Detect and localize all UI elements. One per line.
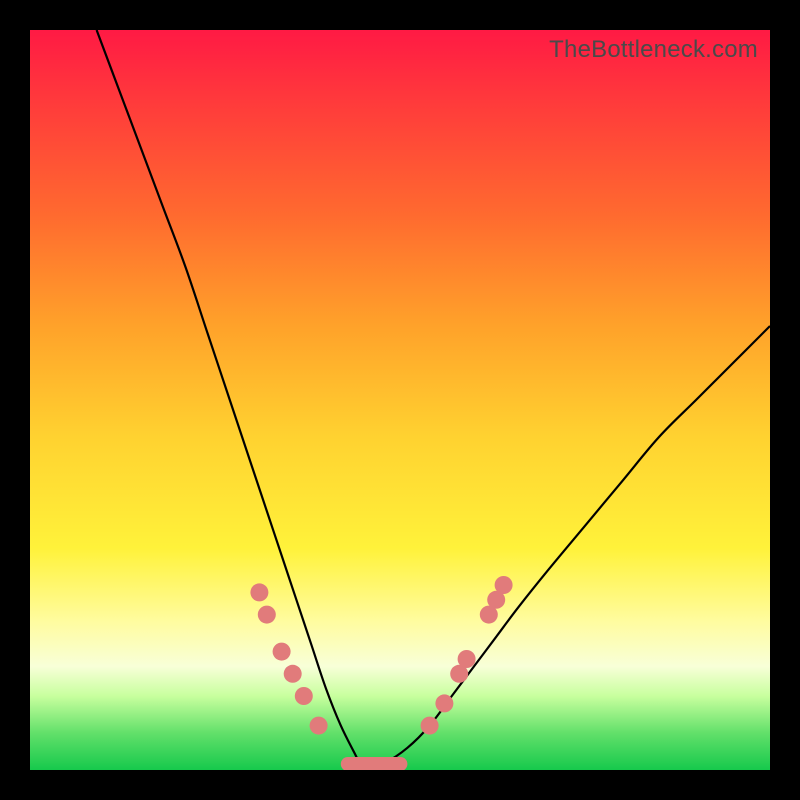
highlight-dots-right — [421, 576, 513, 735]
chart-frame: TheBottleneck.com — [0, 0, 800, 800]
curve-layer — [30, 30, 770, 770]
flat-bottom-band — [341, 757, 408, 770]
left-branch-curve — [97, 30, 363, 770]
highlight-dot — [435, 694, 453, 712]
highlight-dot — [284, 665, 302, 683]
plot-area: TheBottleneck.com — [30, 30, 770, 770]
highlight-dot — [310, 717, 328, 735]
highlight-dot — [495, 576, 513, 594]
highlight-dot — [273, 643, 291, 661]
highlight-dot — [458, 650, 476, 668]
highlight-dot — [258, 606, 276, 624]
right-branch-curve — [363, 326, 770, 770]
highlight-dot — [295, 687, 313, 705]
highlight-dot — [250, 583, 268, 601]
highlight-dot — [421, 717, 439, 735]
